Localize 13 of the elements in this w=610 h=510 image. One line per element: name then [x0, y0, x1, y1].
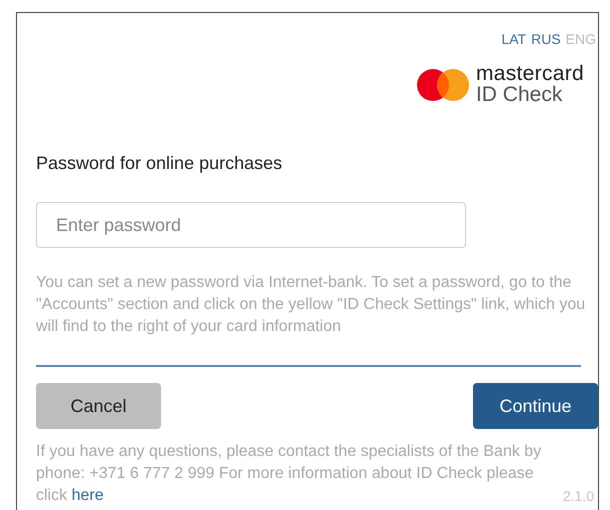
password-field[interactable]: Enter password — [36, 202, 466, 248]
hint-text: You can set a new password via Internet-bank. To set a password, go to the "Accounts" section and click on the yellow "ID Check Settings" link, which you will find to the right of your card information — [36, 273, 586, 337]
cancel-button[interactable]: Cancel — [36, 383, 161, 429]
version-text: 2.1.0 — [562, 487, 594, 506]
here-link[interactable]: here — [72, 487, 104, 504]
language-link[interactable]: LAT — [501, 29, 526, 50]
mastercard-logo-icon — [416, 68, 470, 102]
continue-button[interactable]: Continue — [473, 383, 598, 429]
product-name: ID Check — [476, 84, 564, 106]
brand-name: mastercard — [476, 64, 584, 84]
help-text: If you have any questions, please contact the specialists of the Bank by phone: +371 6 777 2 999 For more information about ID Check please click here — [36, 442, 542, 506]
form-title: Password for online purchases — [36, 152, 284, 175]
language-link[interactable]: RUS — [531, 29, 561, 50]
